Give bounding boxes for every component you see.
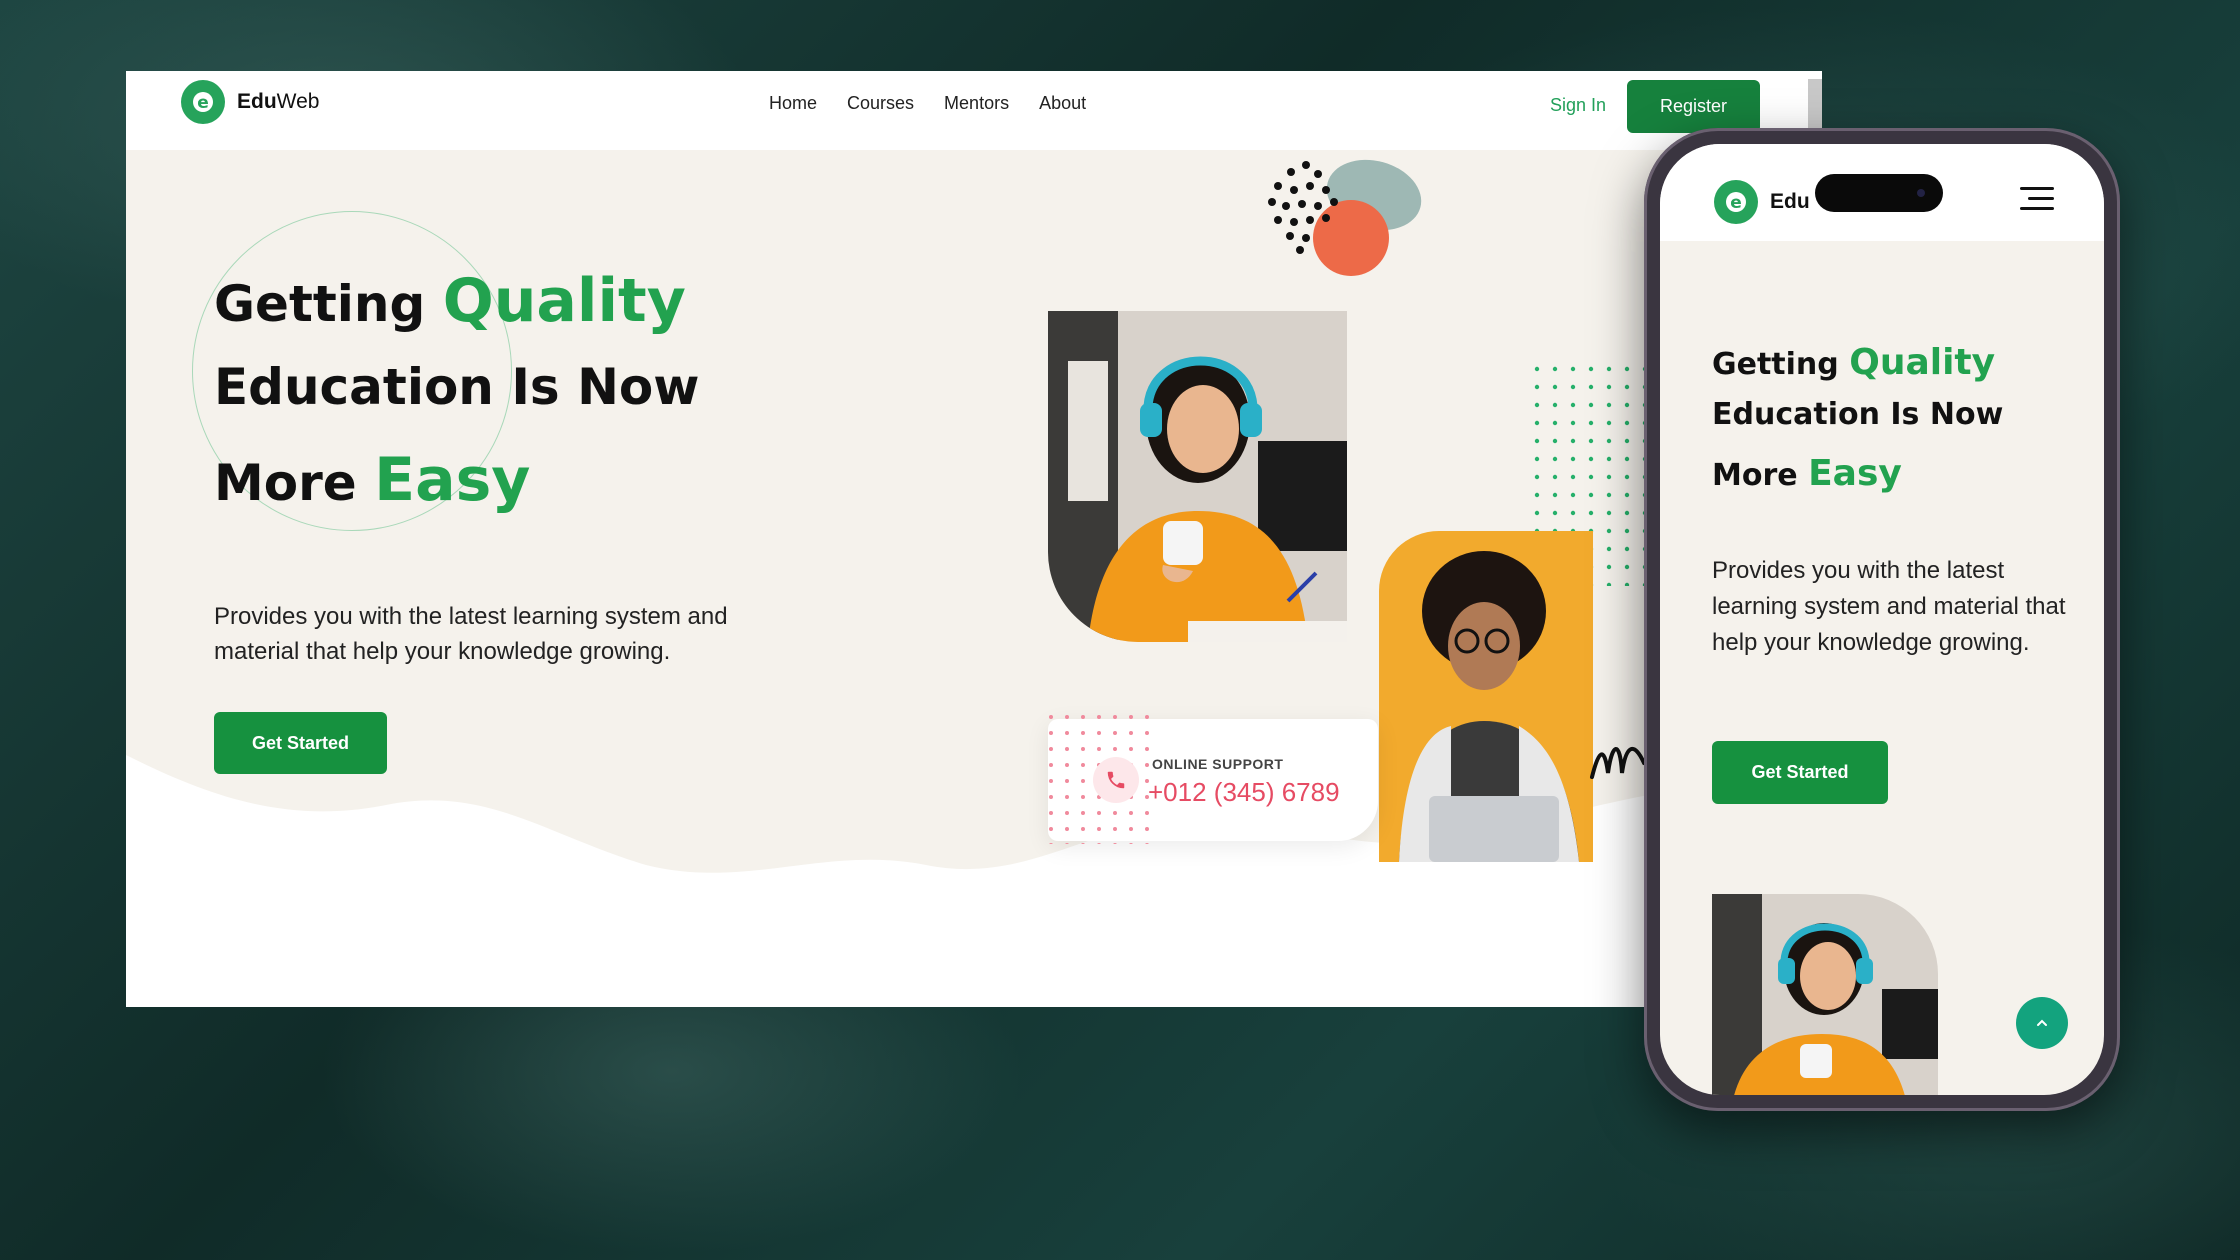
mobile-screen: e Edu Getting Quality Education Is Now M… — [1660, 144, 2104, 1095]
main-nav: Home Courses Mentors About — [769, 93, 1086, 114]
online-support-card[interactable]: ONLINE SUPPORT +012 (345) 6789 — [1048, 714, 1378, 844]
site-logo[interactable]: e EduWeb — [181, 80, 319, 124]
hero-section: Getting Quality Education Is Now More Ea… — [126, 150, 1822, 1007]
mobile-logo-icon: e — [1714, 180, 1758, 224]
nav-about[interactable]: About — [1039, 93, 1086, 114]
register-button[interactable]: Register — [1627, 80, 1760, 133]
mobile-headline-line2: Education Is Now — [1712, 397, 2004, 432]
mobile-logo[interactable]: e Edu — [1714, 180, 1810, 224]
logo-icon: e — [181, 80, 225, 124]
mobile-get-started-button[interactable]: Get Started — [1712, 741, 1888, 804]
phone-mockup: e Edu Getting Quality Education Is Now M… — [1644, 128, 2120, 1111]
mobile-logo-text: Edu — [1770, 190, 1810, 213]
hamburger-menu-icon[interactable] — [2020, 187, 2054, 211]
mobile-headline-line3: More Easy — [1712, 453, 1902, 494]
svg-text:e: e — [1730, 193, 1742, 213]
mobile-header: e Edu — [1660, 144, 2104, 241]
mobile-student-photo — [1712, 894, 1938, 1095]
get-started-button[interactable]: Get Started — [214, 712, 387, 774]
scroll-to-top-button[interactable] — [2016, 997, 2068, 1049]
support-phone-number[interactable]: +012 (345) 6789 — [1148, 777, 1340, 808]
nav-home[interactable]: Home — [769, 93, 817, 114]
nav-courses[interactable]: Courses — [847, 93, 914, 114]
student-photo-laptop — [1379, 531, 1593, 862]
chevron-up-icon — [2037, 1019, 2047, 1026]
logo-text: EduWeb — [237, 90, 320, 113]
sign-in-link[interactable]: Sign In — [1550, 95, 1606, 116]
mobile-subtitle: Provides you with the latest learning sy… — [1712, 557, 2066, 656]
hero-subtitle: Provides you with the latest learning sy… — [214, 603, 728, 665]
hero-headline-line3: More Easy — [214, 445, 531, 515]
nav-mentors[interactable]: Mentors — [944, 93, 1009, 114]
scribble-decoration — [1590, 747, 1646, 779]
desktop-website: e EduWeb Home Courses Mentors About Sign… — [126, 71, 1822, 1007]
hero-headline-line2: Education Is Now — [214, 358, 700, 416]
support-label: ONLINE SUPPORT — [1152, 756, 1284, 772]
phone-icon — [1093, 757, 1139, 803]
svg-text:e: e — [197, 93, 209, 113]
dynamic-island — [1815, 174, 1943, 212]
mobile-headline-line1: Getting Quality — [1712, 342, 1996, 383]
student-photo-headphones — [1048, 311, 1347, 642]
hero-headline-line1: Getting Quality — [214, 266, 686, 336]
scrollbar-thumb[interactable] — [1808, 79, 1822, 129]
decorative-blobs — [1268, 159, 1422, 276]
site-header: e EduWeb Home Courses Mentors About Sign… — [126, 71, 1822, 150]
